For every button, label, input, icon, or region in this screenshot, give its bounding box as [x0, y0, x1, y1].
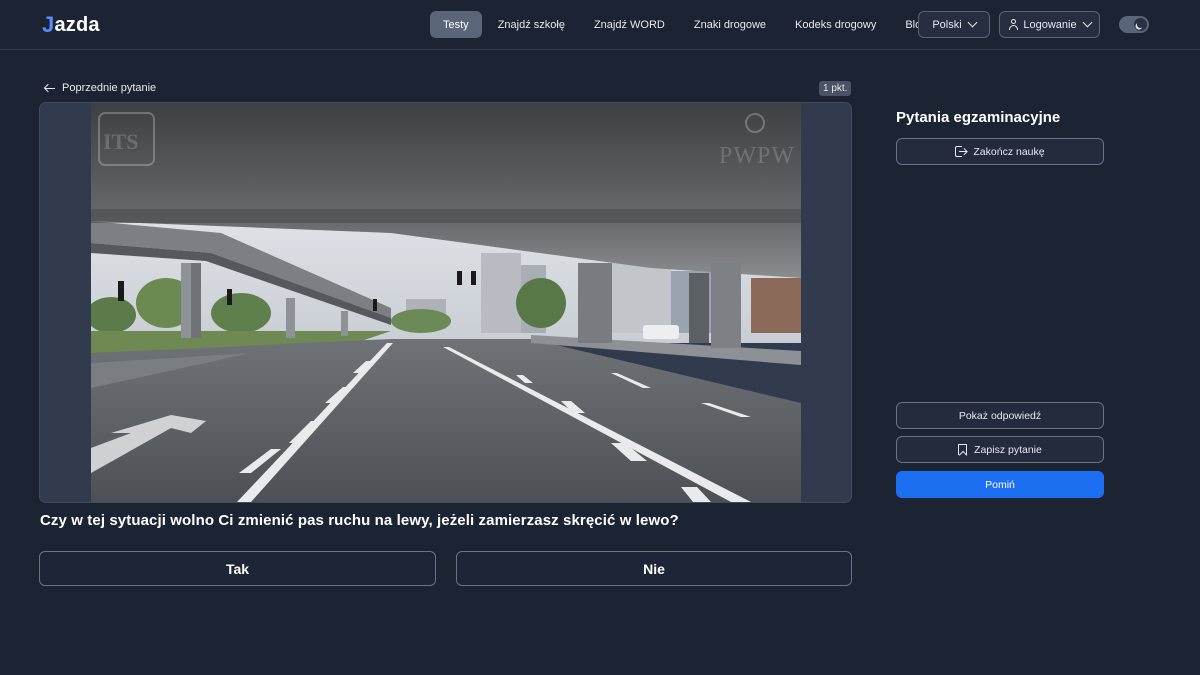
answer-no-button[interactable]: Nie: [456, 551, 852, 586]
top-header: Jazda Testy Znajdź szkołę Znajdź WORD Zn…: [0, 0, 1200, 50]
logo-mark: J: [42, 12, 55, 37]
answer-yes-button[interactable]: Tak: [39, 551, 436, 586]
sidebar-title: Pytania egzaminacyjne: [896, 109, 1061, 126]
save-question-label: Zapisz pytanie: [974, 443, 1042, 456]
nav-item-find-word[interactable]: Znajdź WORD: [581, 11, 678, 38]
login-dropdown[interactable]: Logowanie: [999, 11, 1100, 38]
show-answer-button[interactable]: Pokaż odpowiedź: [896, 402, 1104, 429]
previous-question-label: Poprzednie pytanie: [62, 82, 157, 94]
watermark-its: ITS: [103, 129, 139, 154]
question-text: Czy w tej sytuacji wolno Ci zmienić pas …: [40, 512, 679, 529]
login-label: Logowanie: [1023, 18, 1077, 31]
skip-button[interactable]: Pomiń: [896, 471, 1104, 498]
points-badge: 1 pkt.: [819, 81, 852, 96]
watermark-pwpw: PWPW: [719, 143, 795, 169]
logo[interactable]: Jazda: [42, 12, 100, 38]
chevron-down-icon: [967, 17, 978, 28]
end-study-label: Zakończ naukę: [973, 145, 1045, 158]
save-question-button[interactable]: Zapisz pytanie: [896, 436, 1104, 463]
user-icon: [1008, 19, 1018, 30]
toggle-knob: [1134, 18, 1147, 31]
arrow-left-icon: [43, 83, 55, 93]
question-media-frame: ITS PWPW: [39, 102, 852, 503]
language-label: Polski: [932, 18, 962, 31]
bookmark-icon: [958, 444, 968, 455]
question-image: [91, 103, 801, 502]
logo-text: azda: [54, 13, 100, 36]
language-dropdown[interactable]: Polski: [918, 11, 990, 38]
end-study-button[interactable]: Zakończ naukę: [896, 138, 1104, 165]
nav-item-find-school[interactable]: Znajdź szkołę: [485, 11, 578, 38]
main-nav: Testy Znajdź szkołę Znajdź WORD Znaki dr…: [430, 11, 943, 38]
chevron-down-icon: [1082, 17, 1093, 28]
previous-question-link[interactable]: Poprzednie pytanie: [43, 82, 157, 94]
theme-toggle[interactable]: [1119, 16, 1149, 33]
nav-item-road-signs[interactable]: Znaki drogowe: [681, 11, 779, 38]
exit-icon: [955, 146, 968, 157]
nav-item-testy[interactable]: Testy: [430, 11, 482, 38]
nav-item-road-code[interactable]: Kodeks drogowy: [782, 11, 889, 38]
moon-icon: [1136, 20, 1145, 29]
